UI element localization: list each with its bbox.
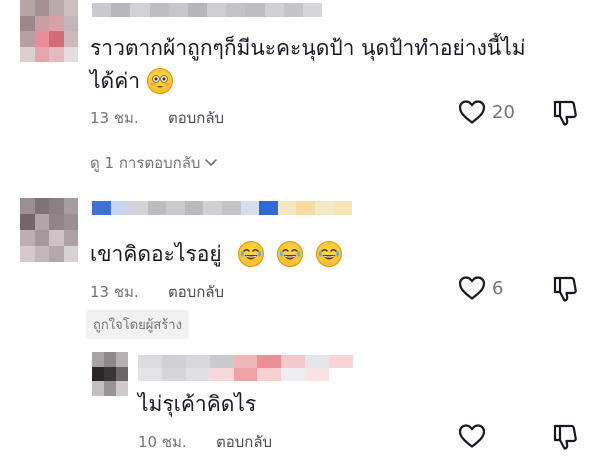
- reply-button[interactable]: ตอบกลับ: [216, 430, 272, 454]
- comment-time: 13 ชม.: [90, 109, 139, 127]
- thumbs-down-icon: [553, 424, 577, 450]
- heart-outline-icon: [458, 276, 486, 300]
- comment-text-line2: ได้ค่า: [90, 69, 141, 93]
- view-replies-label: ดู 1 การตอบกลับ: [90, 154, 201, 172]
- dislike-button[interactable]: [552, 99, 578, 127]
- comment-text: ราวตากผ้าถูกๆก็มีนะคะนุดป้า นุดป้าทำอย่า…: [90, 32, 526, 98]
- comment-time: 13 ชม.: [90, 283, 139, 301]
- comment-time: 10 ชม.: [138, 433, 187, 451]
- reply-button[interactable]: ตอบกลับ: [168, 106, 224, 130]
- like-button[interactable]: 20: [458, 99, 515, 125]
- username-commenter-1[interactable]: [92, 3, 323, 17]
- flushed-face-emoji: [146, 68, 173, 94]
- chevron-down-icon: [205, 159, 218, 166]
- tears-of-joy-emoji: [238, 241, 265, 267]
- liked-by-creator-badge: ถูกใจโดยผู้สร้าง: [86, 310, 189, 339]
- thumbs-down-icon: [553, 276, 577, 302]
- comment-text: ไม่รุเค้าคิดไร: [138, 388, 256, 421]
- view-replies-button[interactable]: ดู 1 การตอบกลับ: [90, 151, 218, 175]
- comment-text-line1: ราวตากผ้าถูกๆก็มีนะคะนุดป้า นุดป้าทำอย่า…: [90, 36, 526, 60]
- tears-of-joy-emoji: [277, 241, 304, 267]
- heart-outline-icon: [458, 100, 486, 124]
- like-count: 20: [492, 101, 515, 123]
- avatar-commenter-2[interactable]: [20, 198, 78, 262]
- dislike-button[interactable]: [552, 275, 578, 303]
- heart-outline-icon: [458, 424, 486, 448]
- comment-text-body: ไม่รุเค้าคิดไร: [138, 392, 257, 416]
- like-button[interactable]: 6: [458, 275, 503, 301]
- avatar-commenter-1[interactable]: [20, 0, 78, 62]
- avatar-commenter-3[interactable]: [92, 352, 128, 396]
- thumbs-down-icon: [553, 100, 577, 126]
- comment-text: เขาคิดอะไรอยู่: [90, 238, 342, 271]
- username-commenter-2[interactable]: [92, 201, 353, 215]
- comment-text-body: เขาคิดอะไรอยู่: [90, 242, 222, 266]
- dislike-button[interactable]: [552, 423, 578, 451]
- reply-button[interactable]: ตอบกลับ: [168, 280, 224, 304]
- username-commenter-3[interactable]: [138, 355, 354, 381]
- tears-of-joy-emoji: [315, 241, 342, 267]
- like-button[interactable]: [458, 423, 486, 449]
- like-count: 6: [492, 277, 504, 299]
